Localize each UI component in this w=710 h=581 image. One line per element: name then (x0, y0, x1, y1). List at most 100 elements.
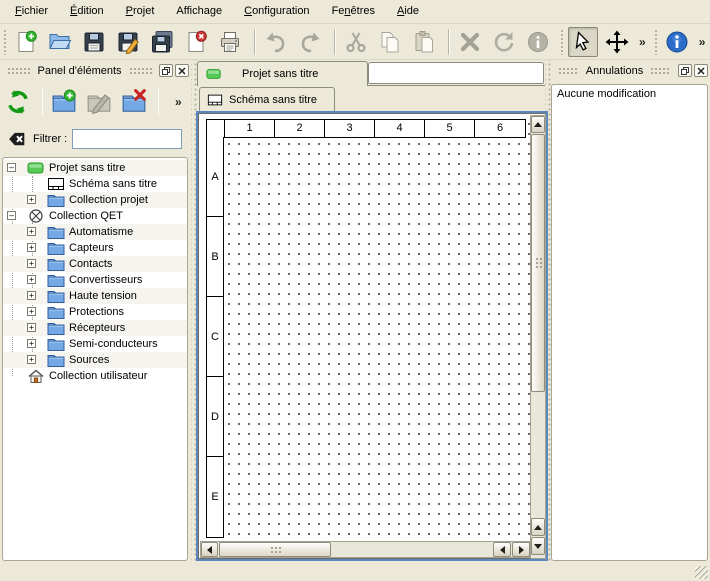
delete-category-button[interactable] (118, 86, 150, 118)
v-scroll-thumb[interactable] (531, 134, 545, 392)
move-tool-button[interactable] (602, 27, 632, 57)
column-label-4: 4 (375, 120, 425, 137)
undo-button[interactable] (261, 27, 291, 57)
tree-item-convertisseurs[interactable]: +Convertisseurs (3, 272, 187, 288)
expand-icon[interactable]: + (27, 259, 36, 268)
tree-item-collection-projet[interactable]: + Collection projet (3, 192, 187, 208)
column-label-3: 3 (325, 120, 375, 137)
close-dock-button[interactable] (694, 64, 708, 77)
tree-item-automatisme[interactable]: +Automatisme (3, 224, 187, 240)
scroll-down-button[interactable] (531, 537, 545, 555)
edit-category-button[interactable] (83, 86, 115, 118)
open-project-button[interactable] (45, 27, 75, 57)
undo-panel-titlebar[interactable]: Annulations (553, 62, 708, 79)
expand-icon[interactable]: + (27, 275, 36, 284)
undo-list-item[interactable]: Aucune modification (552, 85, 707, 104)
paste-button[interactable] (409, 27, 439, 57)
scroll-up-button-2[interactable] (531, 518, 545, 536)
toolbar-overflow-button[interactable]: » (696, 35, 709, 49)
menu-configuration[interactable]: Configuration (233, 2, 320, 21)
expand-icon[interactable]: + (27, 307, 36, 316)
schema-view: 123456 ABCDE (196, 111, 548, 561)
expand-icon[interactable]: + (27, 243, 36, 252)
scroll-left-button[interactable] (201, 542, 218, 557)
tree-item-sources[interactable]: +Sources (3, 352, 187, 368)
tree-item-haute-tension[interactable]: + Haute tension (3, 288, 187, 304)
tree-item-collection-qet[interactable]: –Collection QET (3, 208, 187, 224)
save-button[interactable] (79, 27, 109, 57)
save-all-button[interactable] (147, 27, 177, 57)
close-project-button[interactable] (181, 27, 211, 57)
tree-item-label: Protections (69, 304, 124, 320)
column-label-2: 2 (275, 120, 325, 137)
folder-icon (47, 353, 65, 367)
toolbar-drag-handle[interactable] (654, 29, 659, 55)
tab-project[interactable]: Projet sans titre (197, 61, 368, 86)
h-scrollbar[interactable] (200, 541, 530, 558)
expand-icon[interactable]: + (27, 323, 36, 332)
menu-fichier[interactable]: Fichier (4, 2, 59, 21)
toolbar-drag-handle[interactable] (560, 29, 565, 55)
tree-item-protections[interactable]: + Protections (3, 304, 187, 320)
tree-item-sch-ma-sans-titre[interactable]: Schéma sans titre (3, 176, 187, 192)
tree-item-semi-conducteurs[interactable]: +Semi-conducteurs (3, 336, 187, 352)
collapse-icon[interactable]: – (7, 211, 16, 220)
scroll-right-button[interactable] (512, 542, 530, 557)
tree-item-r-cepteurs[interactable]: +Récepteurs (3, 320, 187, 336)
select-tool-button[interactable] (568, 27, 598, 57)
element-info-button[interactable] (523, 27, 553, 57)
schema-icon (207, 93, 223, 107)
v-scrollbar[interactable] (530, 115, 546, 559)
rotate-button[interactable] (489, 27, 519, 57)
delete-button[interactable] (455, 27, 485, 57)
redo-button[interactable] (295, 27, 325, 57)
tree-item-label: Capteurs (69, 240, 114, 256)
scroll-up-button[interactable] (531, 116, 545, 133)
about-qet-button[interactable] (662, 27, 692, 57)
menu-aide[interactable]: Aide (386, 2, 430, 21)
expand-icon[interactable]: + (27, 339, 36, 348)
tree-item-projet-sans-titre[interactable]: –Projet sans titre (3, 160, 187, 176)
new-category-button[interactable] (48, 86, 80, 118)
scroll-left-button-2[interactable] (493, 542, 511, 557)
close-dock-button[interactable] (175, 64, 189, 77)
expand-icon[interactable]: + (27, 291, 36, 300)
cursor-icon (571, 30, 595, 54)
collapse-icon[interactable]: – (7, 163, 16, 172)
toolbar-overflow-button[interactable]: » (636, 35, 649, 49)
expand-icon[interactable]: + (27, 195, 36, 204)
filter-input[interactable] (72, 129, 182, 149)
elements-panel-titlebar[interactable]: Panel d'éléments (2, 62, 189, 79)
row-label-C: C (207, 297, 223, 377)
toolbar-drag-handle[interactable] (3, 29, 8, 55)
clear-filter-button[interactable] (5, 127, 29, 151)
expand-icon[interactable]: + (27, 227, 36, 236)
cut-button[interactable] (341, 27, 371, 57)
expand-icon[interactable]: + (27, 355, 36, 364)
save-as-button[interactable] (113, 27, 143, 57)
resize-grip[interactable] (695, 566, 708, 579)
h-scroll-thumb[interactable] (219, 542, 331, 557)
reload-collections-button[interactable] (2, 86, 34, 118)
float-button[interactable] (159, 64, 173, 77)
tab-schema[interactable]: Schéma sans titre (199, 87, 335, 111)
new-project-button[interactable] (11, 27, 41, 57)
menu-affichage[interactable]: Affichage (165, 2, 233, 21)
tree-item-label: Collection projet (69, 192, 148, 208)
undo-icon (264, 30, 288, 54)
float-button[interactable] (678, 64, 692, 77)
menu-edition[interactable]: Édition (59, 2, 115, 21)
tree-item-label: Haute tension (69, 288, 137, 304)
tree-item-contacts[interactable]: +Contacts (3, 256, 187, 272)
save-icon (82, 30, 106, 54)
panel-overflow-button[interactable]: » (172, 95, 185, 109)
tree-item-collection-utilisateur[interactable]: Collection utilisateur (3, 368, 187, 384)
menu-projet[interactable]: Projet (115, 2, 166, 21)
tab-empty[interactable] (368, 62, 544, 84)
schema-tab-label: Schéma sans titre (229, 94, 317, 106)
tree-item-capteurs[interactable]: + Capteurs (3, 240, 187, 256)
print-button[interactable] (215, 27, 245, 57)
schema-canvas[interactable]: 123456 ABCDE (198, 113, 546, 559)
menu-fenetres[interactable]: Fenêtres (321, 2, 386, 21)
copy-button[interactable] (375, 27, 405, 57)
